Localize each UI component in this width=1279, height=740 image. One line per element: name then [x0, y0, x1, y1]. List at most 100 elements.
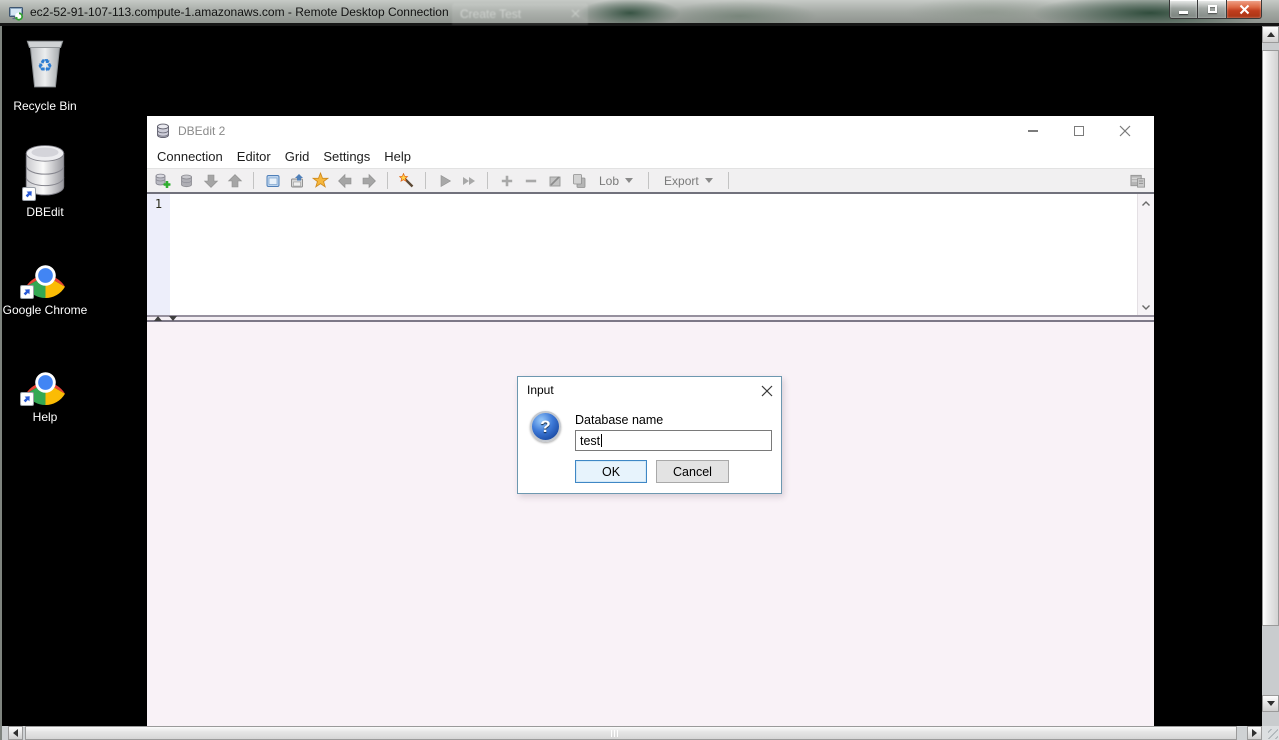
- arrow-up-icon: [1266, 32, 1275, 37]
- remote-desktop: ♻ Recycle Bin DBEdit Google Chrome Help …: [2, 26, 1262, 740]
- database-gray-icon: [180, 174, 192, 187]
- history-forward-button[interactable]: [360, 172, 377, 189]
- star-icon: [312, 172, 329, 188]
- minimize-icon: [1179, 10, 1188, 14]
- edit-row-button[interactable]: [546, 172, 563, 189]
- editor-vertical-scrollbar[interactable]: [1137, 194, 1154, 315]
- dbedit-window-title: DBEdit 2: [178, 124, 226, 138]
- desktop-icon-label: Help: [32, 410, 58, 424]
- lob-dropdown-label: Lob: [599, 173, 620, 188]
- rdp-title: ec2-52-91-107-113.compute-1.amazonaws.co…: [30, 5, 449, 19]
- open-file-icon: [266, 174, 279, 187]
- dialog-titlebar: Input: [518, 377, 781, 404]
- toolbar-separator: [253, 172, 254, 189]
- scroll-down-icon[interactable]: [1140, 300, 1152, 312]
- dbedit-menubar: Connection Editor Grid Settings Help: [147, 146, 1154, 168]
- copy-button[interactable]: [570, 172, 587, 189]
- input-value: test: [580, 433, 601, 448]
- fast-forward-icon: [462, 176, 475, 185]
- scrollbar-down-button[interactable]: [1262, 695, 1279, 712]
- shortcut-arrow-icon: [19, 285, 34, 299]
- background-tab-label: Create Test: [460, 7, 522, 21]
- desktop-icon-recycle-bin[interactable]: ♻ Recycle Bin: [2, 34, 88, 114]
- resize-grip-icon: [1268, 729, 1278, 739]
- rdp-vertical-scrollbar[interactable]: [1262, 26, 1279, 726]
- menu-settings[interactable]: Settings: [316, 146, 377, 168]
- move-up-button[interactable]: [226, 172, 243, 189]
- database-name-input[interactable]: test: [575, 430, 772, 451]
- desktop-icon-google-chrome[interactable]: Google Chrome: [2, 252, 88, 318]
- pane-splitter[interactable]: [147, 315, 1154, 322]
- database-icon: [156, 123, 170, 144]
- menu-help[interactable]: Help: [377, 146, 418, 168]
- disconnect-button[interactable]: [178, 172, 195, 189]
- magic-wand-icon: [398, 172, 413, 187]
- lob-dropdown[interactable]: Lob: [594, 174, 638, 188]
- connect-button[interactable]: [154, 172, 171, 189]
- close-icon: [1239, 4, 1249, 14]
- menu-grid[interactable]: Grid: [278, 146, 317, 168]
- scrollbar-left-button[interactable]: [8, 726, 23, 740]
- chevron-down-icon: [625, 178, 634, 183]
- collapse-up-icon[interactable]: [154, 316, 162, 321]
- rdp-session-screen: ec2-52-91-107-113.compute-1.amazonaws.co…: [0, 0, 1279, 740]
- resize-corner[interactable]: [1262, 726, 1279, 740]
- close-icon: [761, 385, 772, 396]
- vertical-scrollbar-thumb[interactable]: [1262, 50, 1279, 626]
- chrome-icon: [19, 252, 69, 299]
- arrow-left-icon: [13, 729, 18, 737]
- dialog-close-button[interactable]: [760, 384, 773, 397]
- desktop-icon-dbedit[interactable]: DBEdit: [2, 144, 88, 220]
- scrollbar-right-button[interactable]: [1247, 726, 1262, 740]
- rdp-restore-button[interactable]: [1198, 0, 1227, 19]
- rdp-window-controls: [1169, 0, 1262, 19]
- rdp-horizontal-scrollbar[interactable]: [2, 726, 1262, 740]
- ok-button[interactable]: OK: [575, 460, 647, 483]
- wizard-button[interactable]: [398, 172, 415, 189]
- database-add-icon: [155, 173, 171, 188]
- chevron-down-icon: [704, 178, 713, 183]
- chrome-icon: [19, 359, 69, 406]
- rdp-minimize-button[interactable]: [1169, 0, 1198, 19]
- line-number: 1: [154, 197, 163, 211]
- shortcut-arrow-icon: [19, 392, 34, 406]
- dbedit-maximize-button[interactable]: [1064, 116, 1094, 146]
- menu-connection[interactable]: Connection: [150, 146, 230, 168]
- dbedit-close-button[interactable]: [1110, 116, 1140, 146]
- desktop-icon-label: Google Chrome: [2, 303, 88, 317]
- input-dialog: Input ? Database name test OK Cancel: [517, 376, 782, 494]
- open-file-button[interactable]: [264, 172, 281, 189]
- question-icon: ?: [530, 411, 561, 442]
- run-script-button[interactable]: [460, 172, 477, 189]
- copy-icon: [572, 173, 585, 188]
- menu-editor[interactable]: Editor: [230, 146, 278, 168]
- form-grid-icon: [1130, 174, 1146, 188]
- grid-view-button[interactable]: [1129, 172, 1146, 189]
- export-dropdown[interactable]: Export: [659, 174, 718, 188]
- text-cursor: [601, 434, 603, 447]
- move-down-button[interactable]: [202, 172, 219, 189]
- shortcut-arrow-icon: [22, 187, 36, 201]
- toolbar-separator: [648, 172, 650, 189]
- favorites-button[interactable]: [312, 172, 329, 189]
- history-back-button[interactable]: [336, 172, 353, 189]
- thumb-grip-icon: [611, 730, 618, 737]
- delete-row-button[interactable]: [522, 172, 539, 189]
- cancel-button[interactable]: Cancel: [656, 460, 729, 483]
- dbedit-titlebar[interactable]: DBEdit 2: [147, 116, 1154, 146]
- dbedit-minimize-button[interactable]: [1018, 116, 1048, 146]
- scroll-up-icon[interactable]: [1140, 197, 1152, 209]
- rdp-titlebar[interactable]: ec2-52-91-107-113.compute-1.amazonaws.co…: [0, 0, 1279, 26]
- collapse-down-icon[interactable]: [169, 316, 177, 321]
- run-button[interactable]: [436, 172, 453, 189]
- editor-text-area[interactable]: [170, 194, 1137, 315]
- desktop-icon-help[interactable]: Help: [2, 359, 88, 425]
- dialog-title: Input: [527, 383, 554, 397]
- horizontal-scrollbar-thumb[interactable]: [25, 726, 1237, 740]
- database-name-label: Database name: [575, 413, 664, 427]
- save-button[interactable]: [288, 172, 305, 189]
- svg-text:♻: ♻: [37, 56, 53, 76]
- scrollbar-up-button[interactable]: [1262, 26, 1279, 43]
- rdp-close-button[interactable]: [1227, 0, 1262, 19]
- insert-row-button[interactable]: [498, 172, 515, 189]
